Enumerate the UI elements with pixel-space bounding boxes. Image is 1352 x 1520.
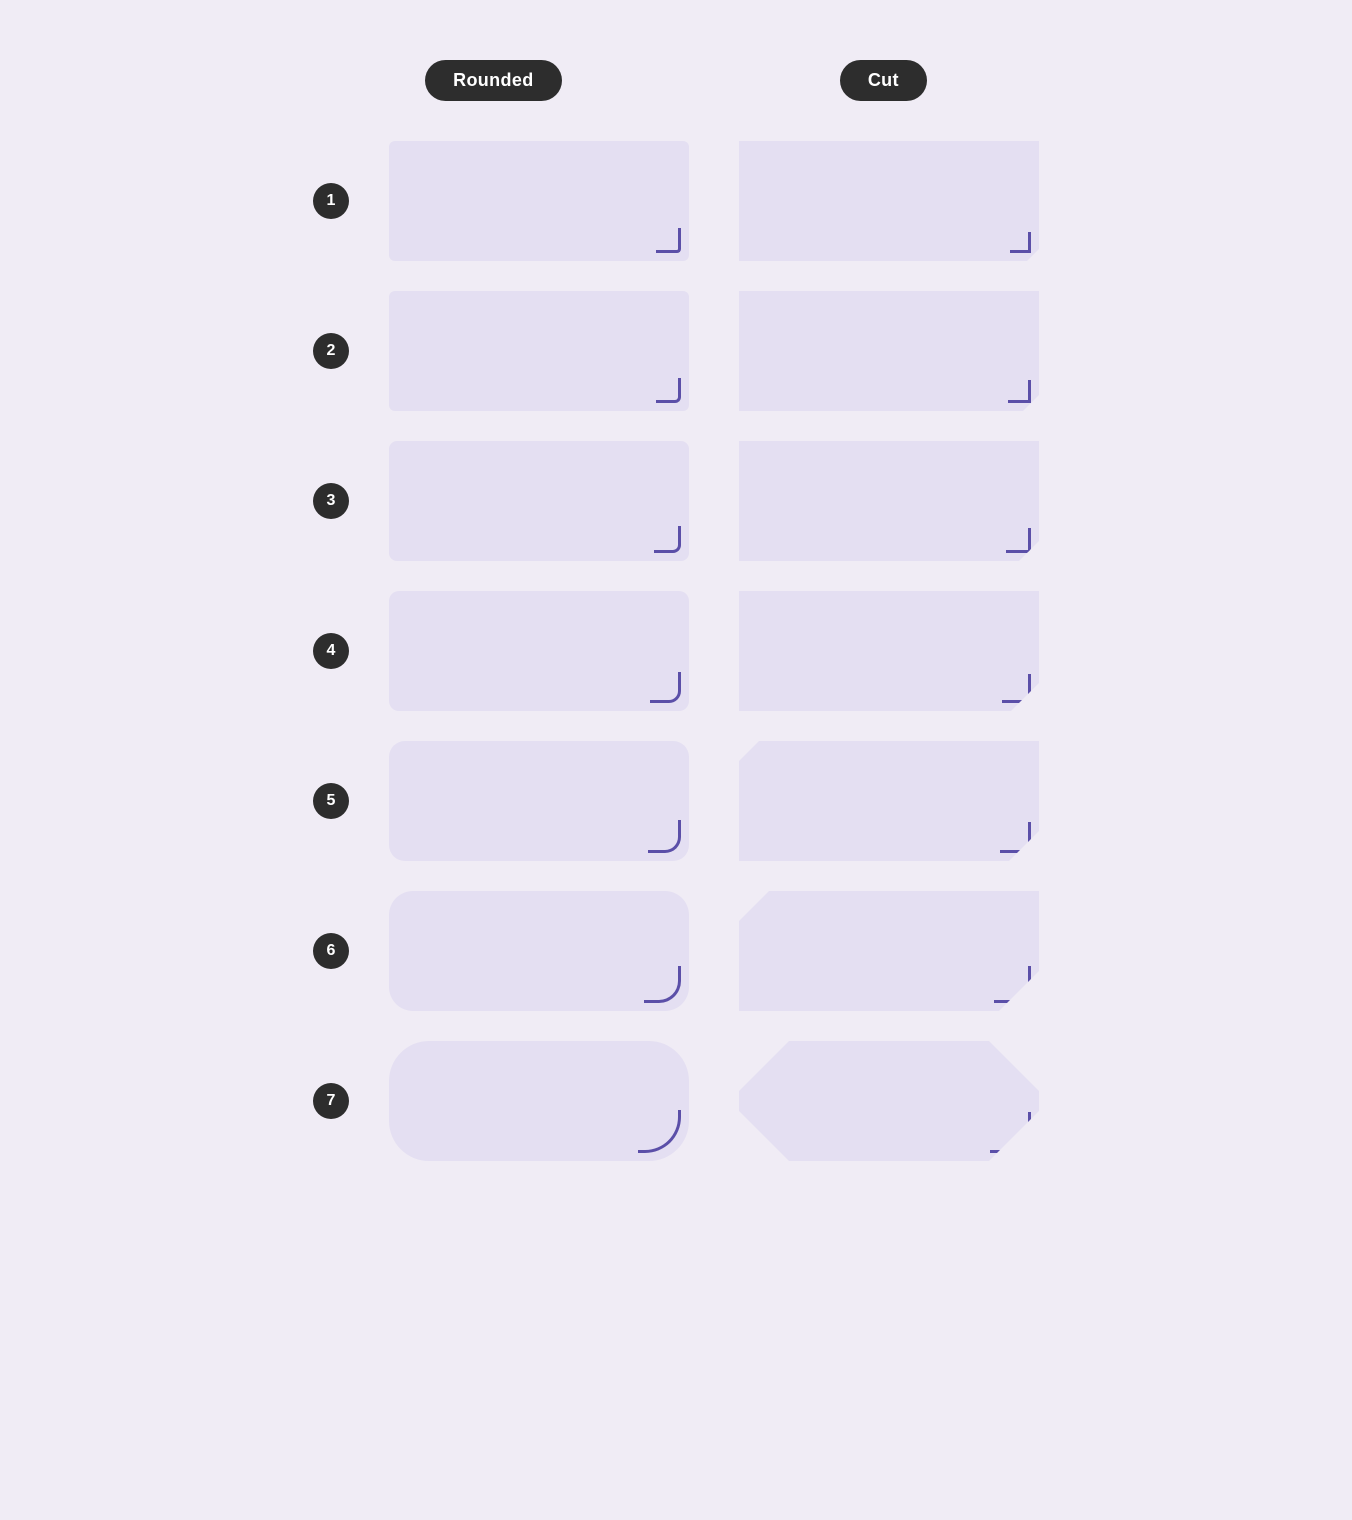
cards-pair-6 xyxy=(389,891,1039,1011)
row-4: 4 xyxy=(313,591,1039,711)
column-headers: Rounded Cut xyxy=(286,60,1066,101)
row-5: 5 xyxy=(313,741,1039,861)
row-1: 1 xyxy=(313,141,1039,261)
rows-container: 1 2 3 4 5 xyxy=(313,141,1039,1161)
cut-card-3 xyxy=(739,441,1039,561)
cards-pair-5 xyxy=(389,741,1039,861)
cards-pair-2 xyxy=(389,291,1039,411)
cut-card-1 xyxy=(739,141,1039,261)
rounded-card-7 xyxy=(389,1041,689,1161)
row-7: 7 xyxy=(313,1041,1039,1161)
row-number-4: 4 xyxy=(313,633,349,669)
rounded-badge: Rounded xyxy=(425,60,562,101)
row-6: 6 xyxy=(313,891,1039,1011)
row-2: 2 xyxy=(313,291,1039,411)
cards-pair-1 xyxy=(389,141,1039,261)
rounded-card-3 xyxy=(389,441,689,561)
row-number-5: 5 xyxy=(313,783,349,819)
cut-card-5 xyxy=(739,741,1039,861)
cut-card-2 xyxy=(739,291,1039,411)
cut-card-7 xyxy=(739,1041,1039,1161)
cards-pair-7 xyxy=(389,1041,1039,1161)
rounded-card-6 xyxy=(389,891,689,1011)
row-number-3: 3 xyxy=(313,483,349,519)
row-number-7: 7 xyxy=(313,1083,349,1119)
row-3: 3 xyxy=(313,441,1039,561)
rounded-card-5 xyxy=(389,741,689,861)
cut-card-4 xyxy=(739,591,1039,711)
cut-card-6 xyxy=(739,891,1039,1011)
rounded-card-4 xyxy=(389,591,689,711)
cards-pair-3 xyxy=(389,441,1039,561)
cards-pair-4 xyxy=(389,591,1039,711)
cut-badge: Cut xyxy=(840,60,927,101)
row-number-6: 6 xyxy=(313,933,349,969)
rounded-card-2 xyxy=(389,291,689,411)
rounded-card-1 xyxy=(389,141,689,261)
row-number-1: 1 xyxy=(313,183,349,219)
row-number-2: 2 xyxy=(313,333,349,369)
